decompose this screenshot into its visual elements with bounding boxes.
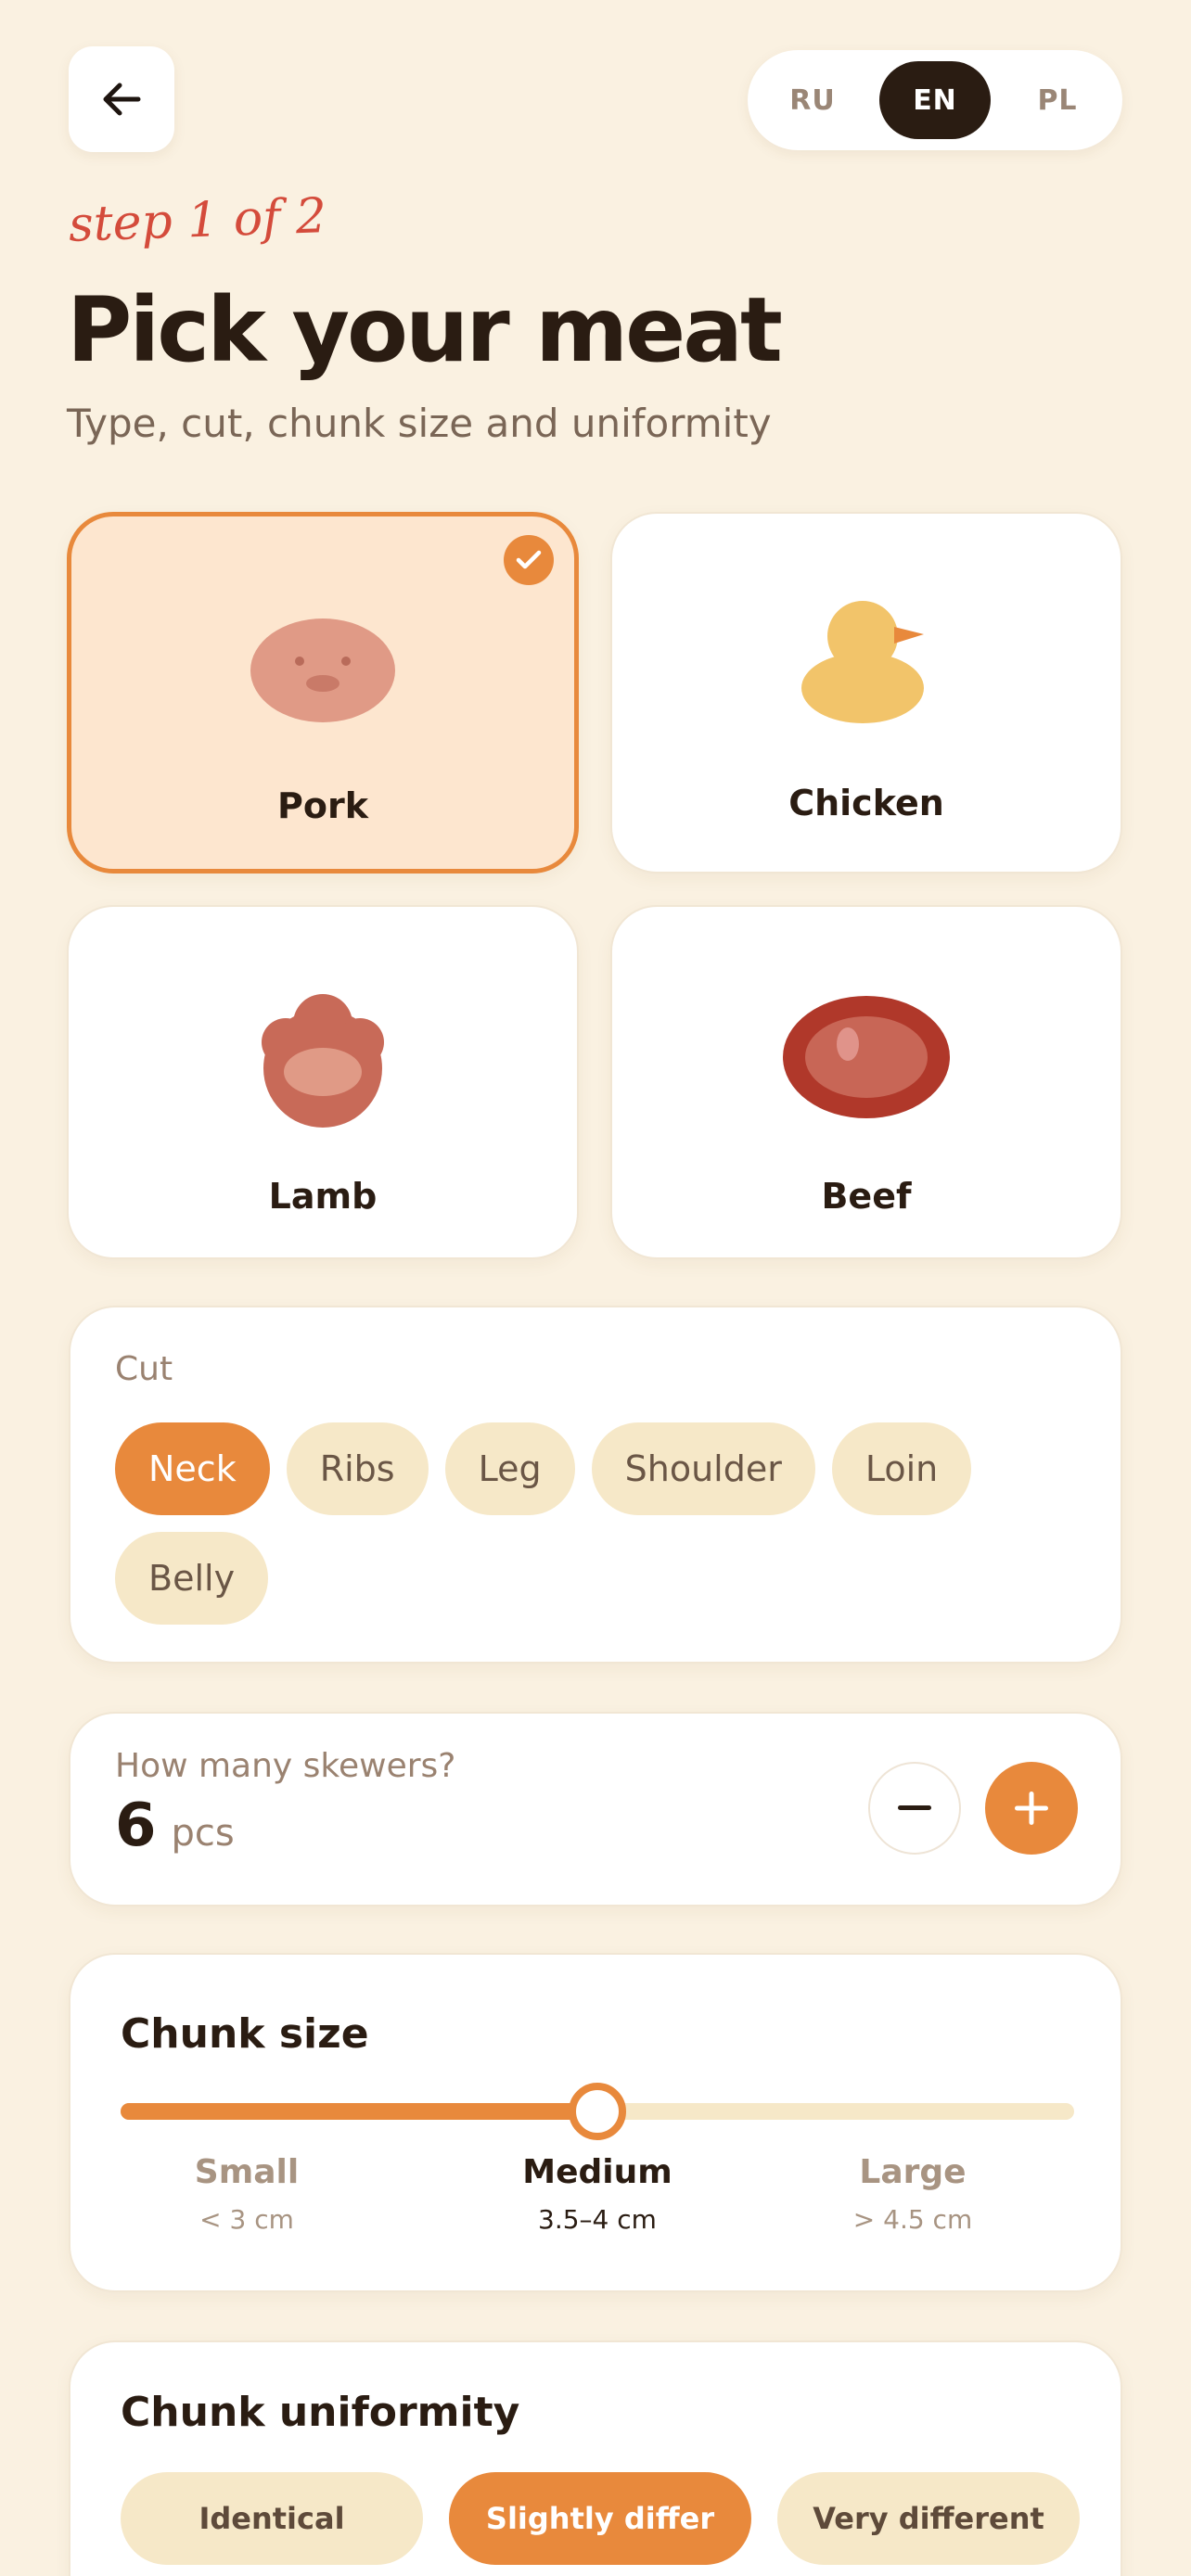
- language-option-en[interactable]: EN: [879, 61, 991, 139]
- increase-button[interactable]: [985, 1762, 1078, 1855]
- chunk-uniformity-panel: Chunk uniformity Identical Slightly diff…: [69, 2340, 1122, 2576]
- meat-label-beef: Beef: [821, 1176, 912, 1217]
- cut-chip-loin[interactable]: Loin: [831, 1422, 972, 1515]
- size-large-name: Large: [859, 2153, 967, 2191]
- skewer-count-display: 6 pcs: [115, 1792, 235, 1860]
- size-large-range: > 4.5 cm: [852, 2204, 973, 2235]
- chunk-size-title: Chunk size: [121, 2010, 369, 2058]
- uniformity-chip-very-different[interactable]: Very different: [777, 2472, 1080, 2565]
- size-medium-range: 3.5–4 cm: [538, 2204, 657, 2235]
- slider-thumb[interactable]: [569, 2083, 626, 2140]
- meat-picker-screen: RU EN PL step 1 of 2 Pick your meat Type…: [0, 0, 1191, 2576]
- size-small-name: Small: [194, 2153, 300, 2191]
- chunk-uniformity-title: Chunk uniformity: [121, 2389, 520, 2436]
- steak-icon: [783, 996, 950, 1118]
- language-option-ru[interactable]: RU: [757, 61, 868, 139]
- lamb-icon: [262, 994, 384, 1128]
- arrow-left-icon: [103, 83, 141, 116]
- uniformity-options: Identical Slightly differ Very different: [121, 2472, 1080, 2565]
- size-option-medium[interactable]: Medium 3.5–4 cm: [486, 2153, 709, 2235]
- language-switcher: RU EN PL: [748, 50, 1122, 150]
- size-medium-name: Medium: [522, 2153, 672, 2191]
- meat-card-beef[interactable]: Beef: [610, 905, 1122, 1259]
- size-option-small[interactable]: Small < 3 cm: [135, 2153, 358, 2235]
- plus-icon: [1015, 1792, 1048, 1825]
- language-option-pl[interactable]: PL: [1002, 61, 1113, 139]
- decrease-button[interactable]: [868, 1762, 961, 1855]
- meat-card-chicken[interactable]: Chicken: [610, 512, 1122, 874]
- meat-label-lamb: Lamb: [268, 1176, 378, 1217]
- uniformity-chip-identical[interactable]: Identical: [121, 2472, 423, 2565]
- slider-fill: [121, 2103, 597, 2120]
- meat-label-chicken: Chicken: [788, 783, 944, 823]
- chick-icon: [801, 601, 924, 723]
- cut-chip-belly[interactable]: Belly: [115, 1532, 269, 1625]
- step-indicator: step 1 of 2: [68, 188, 327, 253]
- cut-label: Cut: [115, 1350, 173, 1388]
- back-button[interactable]: [69, 46, 174, 152]
- chunk-size-slider[interactable]: [121, 2083, 1074, 2140]
- minus-icon: [898, 1805, 931, 1810]
- skewer-count-unit: pcs: [171, 1812, 235, 1855]
- size-small-range: < 3 cm: [199, 2204, 294, 2235]
- skewer-question: How many skewers?: [115, 1747, 456, 1785]
- page-title: Pick your meat: [67, 278, 783, 382]
- cut-chip-neck[interactable]: Neck: [115, 1422, 270, 1515]
- pig-icon: [250, 618, 395, 722]
- meat-card-lamb[interactable]: Lamb: [67, 905, 579, 1259]
- chunk-size-panel: Chunk size Small < 3 cm Medium 3.5–4 cm …: [69, 1953, 1122, 2292]
- uniformity-chip-slightly-differ[interactable]: Slightly differ: [449, 2472, 751, 2565]
- cut-panel: Cut Neck Ribs Leg Shoulder Loin Belly: [69, 1306, 1122, 1664]
- cut-chip-shoulder[interactable]: Shoulder: [591, 1422, 815, 1515]
- page-subtitle: Type, cut, chunk size and uniformity: [67, 401, 772, 446]
- cut-options: Neck Ribs Leg Shoulder Loin Belly: [115, 1422, 1080, 1625]
- meat-card-pork[interactable]: Pork: [67, 512, 579, 874]
- meat-label-pork: Pork: [277, 785, 368, 826]
- cut-chip-ribs[interactable]: Ribs: [286, 1422, 429, 1515]
- check-icon: [504, 535, 554, 585]
- skewer-count-panel: How many skewers? 6 pcs: [69, 1712, 1122, 1906]
- cut-chip-leg[interactable]: Leg: [444, 1422, 575, 1515]
- size-option-large[interactable]: Large > 4.5 cm: [801, 2153, 1024, 2235]
- skewer-count-value: 6: [115, 1792, 157, 1860]
